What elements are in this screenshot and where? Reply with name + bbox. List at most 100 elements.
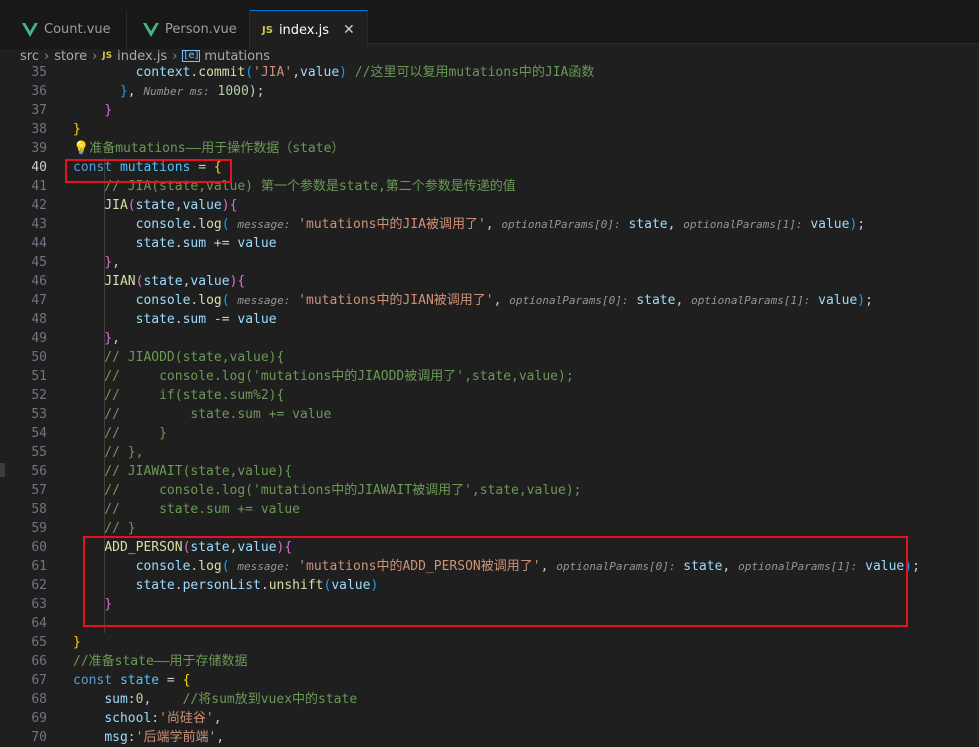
breadcrumb-item-symbol[interactable]: mutations	[204, 49, 270, 64]
vue-icon	[22, 22, 38, 37]
code-text: }	[73, 633, 81, 652]
code-line[interactable]: 42 JIA(state,value){	[0, 196, 979, 215]
code-line[interactable]: 54 // }	[0, 424, 979, 443]
parameter-hint: optionalParams[0]:	[509, 294, 629, 307]
code-line[interactable]: 57 // console.log('mutations中的JIAWAIT被调用…	[0, 481, 979, 500]
code-token: ,	[213, 711, 222, 726]
line-number: 65	[31, 635, 47, 650]
annotation-box-add-person	[83, 536, 908, 627]
code-token: )	[221, 198, 230, 213]
code-text: },	[73, 253, 120, 272]
line-number: 43	[31, 217, 47, 232]
code-token: {	[237, 274, 246, 289]
code-line[interactable]: 70 msg:'后端学前端',	[0, 728, 979, 747]
code-token: //准备state——用于存储数据	[73, 654, 248, 669]
code-line[interactable]: 45 },	[0, 253, 979, 272]
lightbulb-icon: 💡	[73, 141, 90, 156]
code-line[interactable]: 50 // JIAODD(state,value){	[0, 348, 979, 367]
line-number: 64	[31, 616, 47, 631]
code-token: ,	[112, 331, 120, 346]
code-token: console	[135, 217, 191, 232]
code-text: }	[73, 120, 81, 139]
scroll-indicator	[0, 463, 5, 477]
code-line[interactable]: 38}	[0, 120, 979, 139]
editor-tab-bar: Count.vue Person.vue JS index.js ✕	[0, 5, 979, 49]
close-icon[interactable]: ✕	[343, 22, 355, 38]
code-line[interactable]: 68 sum:0, //将sum放到vuex中的state	[0, 690, 979, 709]
code-editor[interactable]: 35 context.commit('JIA',value) //这里可以复用m…	[0, 63, 979, 745]
code-line[interactable]: 53 // state.sum += value	[0, 405, 979, 424]
code-line[interactable]: 66 //准备state——用于存储数据	[0, 652, 979, 671]
code-line[interactable]: 69 school:'尚硅谷',	[0, 709, 979, 728]
tab-person-vue[interactable]: Person.vue	[127, 10, 250, 49]
code-token: 'mutations中的JIA被调用了'	[298, 217, 486, 232]
code-token: 准备mutations——用于操作数据（state）	[89, 141, 345, 156]
code-line[interactable]: 47 console.log( message: 'mutations中的JIA…	[0, 291, 979, 310]
code-token: (	[127, 198, 136, 213]
code-line[interactable]: 36 }, Number ms: 1000);	[0, 82, 979, 101]
tab-index-js[interactable]: JS index.js ✕	[250, 10, 368, 49]
line-number: 53	[31, 407, 47, 422]
line-number: 52	[31, 388, 47, 403]
line-number: 42	[31, 198, 47, 213]
line-number: 41	[31, 179, 47, 194]
tab-count-vue[interactable]: Count.vue	[0, 10, 127, 49]
code-line[interactable]: 44 state.sum += value	[0, 234, 979, 253]
parameter-hint: message:	[237, 294, 291, 307]
code-token: =	[159, 673, 183, 688]
line-number: 48	[31, 312, 47, 327]
line-number: 49	[31, 331, 47, 346]
vue-icon	[143, 22, 159, 37]
code-token: }	[73, 635, 81, 650]
code-line[interactable]: 58 // state.sum += value	[0, 500, 979, 519]
line-number: 36	[31, 84, 47, 99]
line-number: 69	[31, 711, 47, 726]
code-token: {	[182, 673, 191, 688]
line-number: 45	[31, 255, 47, 270]
line-number: 57	[31, 483, 47, 498]
code-token: ,	[112, 255, 120, 270]
breadcrumb-item-file[interactable]: index.js	[117, 49, 167, 64]
code-line[interactable]: 55 // },	[0, 443, 979, 462]
code-line[interactable]: 56 // JIAWAIT(state,value){	[0, 462, 979, 481]
code-line[interactable]: 52 // if(state.sum%2){	[0, 386, 979, 405]
code-token: 'JIA'	[253, 65, 293, 80]
js-icon: JS	[102, 51, 113, 61]
code-token: .	[174, 236, 183, 251]
code-line[interactable]: 48 state.sum -= value	[0, 310, 979, 329]
code-line[interactable]: 39 💡准备mutations——用于操作数据（state）	[0, 139, 979, 158]
code-line[interactable]: 35 context.commit('JIA',value) //这里可以复用m…	[0, 63, 979, 82]
code-line[interactable]: 46 JIAN(state,value){	[0, 272, 979, 291]
code-line[interactable]: 67 const state = {	[0, 671, 979, 690]
js-icon: JS	[262, 24, 273, 36]
code-line[interactable]: 43 console.log( message: 'mutations中的JIA…	[0, 215, 979, 234]
line-number: 66	[31, 654, 47, 669]
code-token: state	[135, 236, 175, 251]
line-number: 40	[31, 160, 47, 175]
code-text: // JIAWAIT(state,value){	[73, 462, 292, 481]
line-number: 68	[31, 692, 47, 707]
code-token: sum	[104, 692, 128, 707]
line-number: 37	[31, 103, 47, 118]
code-line[interactable]: 37 }	[0, 101, 979, 120]
parameter-hint: message:	[237, 218, 291, 231]
code-token: // }	[73, 426, 167, 441]
code-line[interactable]: 51 // console.log('mutations中的JIAODD被调用了…	[0, 367, 979, 386]
code-text: }	[73, 101, 112, 120]
code-text: // state.sum += value	[73, 500, 300, 519]
breadcrumb-item-store[interactable]: store	[54, 49, 87, 64]
code-token: {	[229, 198, 238, 213]
code-token: //这里可以复用mutations中的JIA函数	[346, 65, 595, 80]
code-token: '尚硅谷'	[159, 711, 214, 726]
breadcrumb-item-src[interactable]: src	[20, 49, 39, 64]
code-line[interactable]: 49 },	[0, 329, 979, 348]
line-number: 62	[31, 578, 47, 593]
code-text: console.log( message: 'mutations中的JIA被调用…	[73, 215, 866, 234]
code-line[interactable]: 65}	[0, 633, 979, 652]
parameter-hint: Number ms:	[143, 85, 210, 98]
